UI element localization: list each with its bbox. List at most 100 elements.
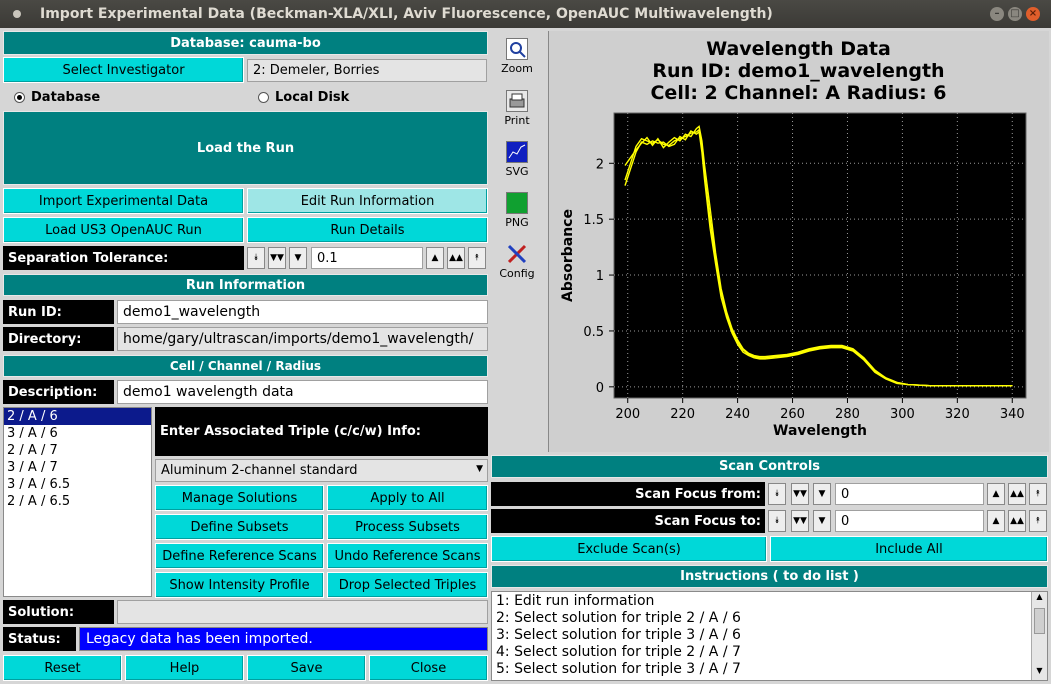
load-run-button[interactable]: Load the Run bbox=[3, 111, 488, 185]
triple-list-item[interactable]: 3 / A / 6 bbox=[4, 425, 151, 442]
directory-label: Directory: bbox=[3, 327, 114, 351]
window-menu-icon[interactable] bbox=[13, 10, 21, 18]
x-tick-label: 200 bbox=[615, 407, 640, 422]
double-down-icon[interactable]: ⯯ bbox=[247, 247, 265, 269]
triple-list-item[interactable]: 2 / A / 6.5 bbox=[4, 493, 151, 510]
x-tick-label: 300 bbox=[890, 407, 915, 422]
maximize-icon[interactable]: □ bbox=[1008, 7, 1022, 21]
down-icon[interactable]: ▼ bbox=[289, 247, 307, 269]
focus-to-double-down-icon[interactable]: ⯯ bbox=[768, 510, 786, 532]
y-tick-label: 0 bbox=[596, 381, 604, 396]
scan-focus-to-input[interactable]: 0 bbox=[835, 510, 984, 532]
png-label: PNG bbox=[505, 216, 529, 229]
x-axis-label: Wavelength bbox=[773, 423, 867, 439]
show-intensity-profile-button[interactable]: Show Intensity Profile bbox=[155, 572, 324, 598]
undo-reference-scans-button[interactable]: Undo Reference Scans bbox=[327, 543, 488, 569]
centerpiece-select[interactable]: Aluminum 2-channel standard ▼ bbox=[155, 459, 488, 482]
cell-channel-radius-header: Cell / Channel / Radius bbox=[3, 355, 488, 377]
load-us3-openauc-button[interactable]: Load US3 OpenAUC Run bbox=[3, 217, 244, 243]
focus-to-single-double-up-icon[interactable]: ▲▲ bbox=[1008, 510, 1026, 532]
up-icon[interactable]: ▲ bbox=[426, 247, 444, 269]
scan-focus-from-input[interactable]: 0 bbox=[835, 483, 984, 505]
status-field: Legacy data has been imported. bbox=[79, 627, 488, 651]
help-button[interactable]: Help bbox=[125, 655, 244, 681]
triple-list-item[interactable]: 3 / A / 6.5 bbox=[4, 476, 151, 493]
focus-to-up-icon[interactable]: ▲ bbox=[987, 510, 1005, 532]
edit-run-information-button[interactable]: Edit Run Information bbox=[247, 188, 488, 214]
scrollbar-thumb[interactable] bbox=[1034, 608, 1045, 634]
instruction-item: 5: Select solution for triple 3 / A / 7 bbox=[496, 661, 741, 677]
svg-label: SVG bbox=[505, 165, 529, 178]
radio-local-indicator[interactable] bbox=[258, 91, 269, 103]
instructions-scrollbar[interactable]: ▲ ▼ bbox=[1031, 592, 1047, 680]
triple-list[interactable]: 2 / A / 6 3 / A / 6 2 / A / 7 3 / A / 7 … bbox=[3, 407, 152, 597]
triple-list-item[interactable]: 2 / A / 6 bbox=[4, 408, 151, 425]
database-header: Database: cauma-bo bbox=[3, 31, 488, 55]
focus-from-double-up-icon[interactable]: ⯭ bbox=[1029, 483, 1047, 505]
focus-to-single-double-down-icon[interactable]: ▼▼ bbox=[791, 510, 809, 532]
instruction-item: 2: Select solution for triple 2 / A / 6 bbox=[496, 610, 741, 626]
define-reference-scans-button[interactable]: Define Reference Scans bbox=[155, 543, 324, 569]
zoom-label: Zoom bbox=[501, 62, 533, 75]
print-tool[interactable]: Print bbox=[497, 90, 537, 127]
description-input[interactable]: demo1 wavelength data bbox=[117, 380, 488, 404]
separation-tolerance-input[interactable]: 0.1 bbox=[311, 247, 423, 269]
x-tick-label: 320 bbox=[945, 407, 970, 422]
svg-tool[interactable]: SVG bbox=[497, 141, 537, 178]
minimize-icon[interactable]: – bbox=[990, 7, 1004, 21]
apply-to-all-button[interactable]: Apply to All bbox=[327, 485, 488, 511]
scroll-up-icon[interactable]: ▲ bbox=[1032, 592, 1047, 606]
instructions-list[interactable]: 1: Edit run information 2: Select soluti… bbox=[491, 591, 1048, 681]
svg-export-icon bbox=[506, 141, 528, 163]
define-subsets-button[interactable]: Define Subsets bbox=[155, 514, 324, 540]
radio-database-indicator[interactable] bbox=[14, 91, 25, 103]
focus-to-double-up-icon[interactable]: ⯭ bbox=[1029, 510, 1047, 532]
focus-from-down-icon[interactable]: ▼ bbox=[813, 483, 831, 505]
wavelength-plot[interactable]: 200 220 240 260 280 300 320 340 0 0.5 1 1.5 2 Wavelen… bbox=[548, 100, 1049, 450]
focus-to-down-icon[interactable]: ▼ bbox=[813, 510, 831, 532]
close-icon[interactable]: × bbox=[1026, 7, 1040, 21]
focus-from-single-double-up-icon[interactable]: ▲▲ bbox=[1008, 483, 1026, 505]
include-all-button[interactable]: Include All bbox=[770, 536, 1048, 562]
scan-focus-to-label: Scan Focus to: bbox=[491, 509, 765, 533]
plot-canvas bbox=[613, 112, 1027, 399]
radio-database[interactable]: Database bbox=[14, 86, 244, 108]
triple-list-item[interactable]: 2 / A / 7 bbox=[4, 442, 151, 459]
y-tick-label: 0.5 bbox=[583, 325, 604, 340]
focus-from-single-double-down-icon[interactable]: ▼▼ bbox=[791, 483, 809, 505]
plot-title-line-2: Run ID: demo1_wavelength bbox=[652, 60, 945, 82]
single-double-up-icon[interactable]: ▲▲ bbox=[447, 247, 465, 269]
run-id-label: Run ID: bbox=[3, 300, 114, 324]
single-double-down-icon[interactable]: ▼▼ bbox=[268, 247, 286, 269]
radio-database-label: Database bbox=[31, 89, 101, 105]
focus-from-double-down-icon[interactable]: ⯯ bbox=[768, 483, 786, 505]
close-button[interactable]: Close bbox=[369, 655, 488, 681]
exclude-scans-button[interactable]: Exclude Scan(s) bbox=[491, 536, 767, 562]
chevron-down-icon[interactable]: ▼ bbox=[476, 464, 483, 474]
radio-local-label: Local Disk bbox=[275, 89, 350, 105]
import-experimental-data-button[interactable]: Import Experimental Data bbox=[3, 188, 244, 214]
zoom-tool[interactable]: Zoom bbox=[497, 38, 537, 75]
process-subsets-button[interactable]: Process Subsets bbox=[327, 514, 488, 540]
run-details-button[interactable]: Run Details bbox=[247, 217, 488, 243]
scan-controls-header: Scan Controls bbox=[491, 455, 1048, 478]
select-investigator-button[interactable]: Select Investigator bbox=[3, 57, 244, 83]
scroll-down-icon[interactable]: ▼ bbox=[1032, 666, 1047, 680]
triple-list-item[interactable]: 3 / A / 7 bbox=[4, 459, 151, 476]
run-id-field[interactable]: demo1_wavelength bbox=[117, 300, 488, 324]
drop-selected-triples-button[interactable]: Drop Selected Triples bbox=[327, 572, 488, 598]
config-tool[interactable]: Config bbox=[497, 243, 537, 280]
double-up-icon[interactable]: ⯭ bbox=[468, 247, 486, 269]
focus-from-up-icon[interactable]: ▲ bbox=[987, 483, 1005, 505]
y-tick-label: 1 bbox=[596, 269, 604, 284]
save-button[interactable]: Save bbox=[247, 655, 366, 681]
png-tool[interactable]: PNG bbox=[497, 192, 537, 229]
x-tick-label: 240 bbox=[725, 407, 750, 422]
solution-label: Solution: bbox=[3, 600, 114, 624]
reset-button[interactable]: Reset bbox=[3, 655, 122, 681]
title-bar[interactable]: Import Experimental Data (Beckman-XLA/XL… bbox=[0, 0, 1051, 28]
radio-local-disk[interactable]: Local Disk bbox=[258, 86, 488, 108]
plot-title-line-1: Wavelength Data bbox=[706, 38, 891, 60]
investigator-field[interactable]: 2: Demeler, Borries bbox=[247, 59, 487, 82]
manage-solutions-button[interactable]: Manage Solutions bbox=[155, 485, 324, 511]
